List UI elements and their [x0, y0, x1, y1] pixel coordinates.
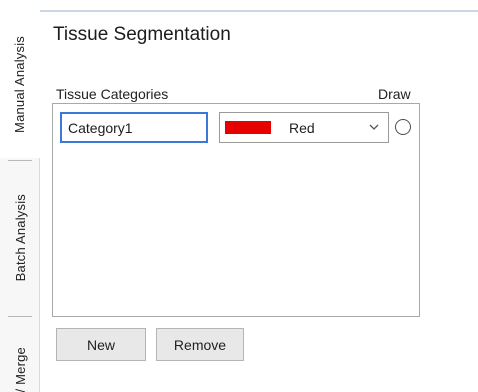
draw-radio-button[interactable]: [395, 119, 411, 135]
tab-batch-analysis[interactable]: Batch Analysis: [0, 163, 40, 313]
column-header-categories: Tissue Categories: [56, 86, 169, 102]
tissue-category-list: Red: [52, 103, 420, 317]
tissue-segmentation-page: Manual Analysis Batch Analysis / Merge T…: [0, 0, 478, 392]
chevron-down-icon: [369, 124, 379, 130]
column-header-draw: Draw: [378, 86, 411, 102]
page-title: Tissue Segmentation: [53, 24, 231, 45]
tab-separator: [8, 160, 32, 161]
tab-separator: [8, 316, 32, 317]
tab-manual-analysis[interactable]: Manual Analysis: [0, 10, 40, 158]
color-dropdown[interactable]: Red: [219, 112, 389, 143]
vertical-tab-strip: Manual Analysis Batch Analysis / Merge: [0, 10, 40, 392]
tab-batch-analysis-label: Batch Analysis: [12, 194, 28, 282]
tab-manual-analysis-label: Manual Analysis: [12, 35, 27, 133]
color-dropdown-value: Red: [289, 119, 315, 136]
top-divider: [40, 10, 478, 12]
remove-button[interactable]: Remove: [156, 328, 244, 361]
category-name-input[interactable]: [60, 112, 208, 143]
tab-merge[interactable]: / Merge: [0, 319, 40, 392]
new-button[interactable]: New: [56, 328, 146, 361]
category-row: Red: [53, 108, 419, 146]
tab-merge-label: / Merge: [12, 346, 28, 392]
color-swatch: [225, 121, 271, 134]
